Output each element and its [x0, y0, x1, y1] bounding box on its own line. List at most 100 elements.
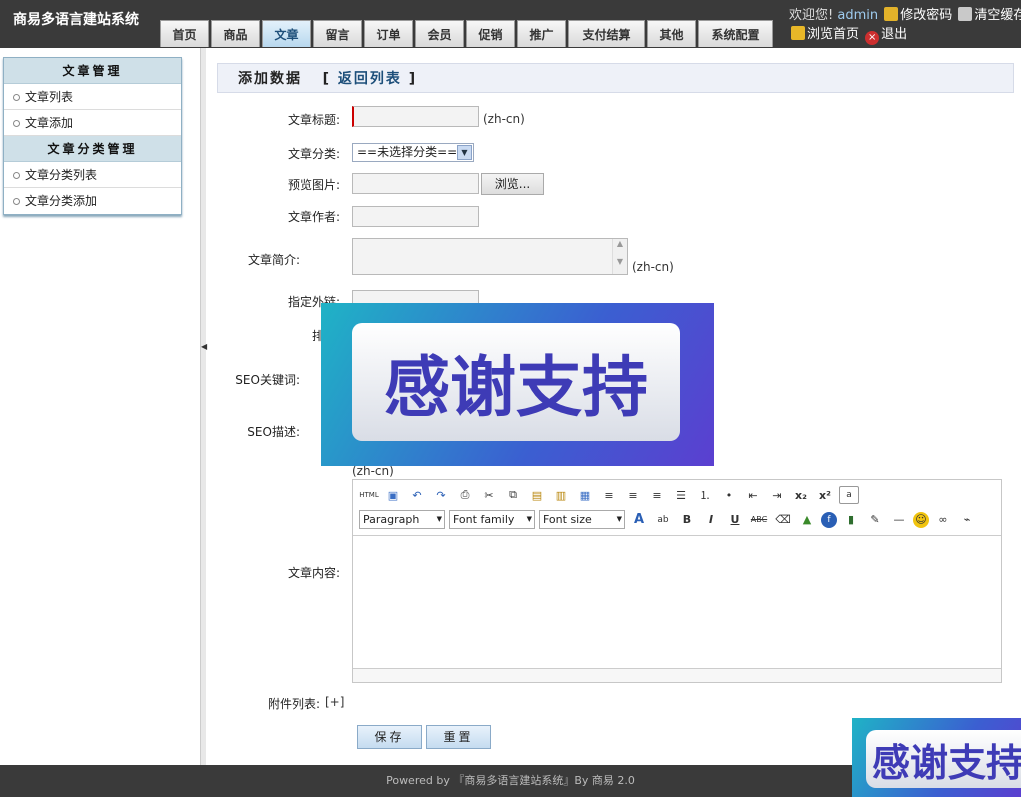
title-label: 文章标题: [287, 113, 340, 127]
paste-word-icon[interactable]: ▦ [575, 486, 595, 504]
thanks-banner: 感谢支持 [321, 303, 714, 466]
spellcheck-icon[interactable]: ab [653, 511, 673, 529]
sidebar-splitter[interactable] [200, 48, 206, 765]
sidebar-item-category-list[interactable]: 文章分类列表 [4, 162, 181, 188]
nav-tab-messages[interactable]: 留言 [313, 20, 362, 47]
outdent-icon[interactable]: ⇤ [743, 486, 763, 504]
editor-content-area[interactable] [353, 535, 1001, 668]
nav-tab-payment[interactable]: 支付结算 [568, 20, 645, 47]
browse-button[interactable]: 浏览... [481, 173, 544, 195]
nav-tab-articles[interactable]: 文章 [262, 20, 311, 47]
strikethrough-icon[interactable]: ABC [749, 511, 769, 529]
attachments-add-link[interactable]: [+] [325, 695, 344, 709]
html-source-icon[interactable]: HTML [359, 486, 379, 504]
home-icon [791, 26, 805, 40]
rich-text-editor: HTML ▣ ↶ ↷ ⎙ ✂ ⧉ ▤ ▥ ▦ ≡ ≡ ≡ ☰ ⒈ • ⇤ ⇥ x… [352, 479, 1002, 683]
chevron-down-icon: ▼ [526, 515, 532, 523]
main-nav: 首页 商品 文章 留言 订单 会员 促销 推广 支付结算 其他 系统配置 [160, 20, 775, 47]
underline-icon[interactable]: U [725, 511, 745, 529]
numbered-list-icon[interactable]: ⒈ [695, 486, 715, 504]
select-all-icon[interactable]: a [839, 486, 859, 504]
author-label: 文章作者: [287, 210, 340, 224]
preview-icon[interactable]: ▣ [383, 486, 403, 504]
format-select-value: Paragraph [363, 513, 420, 526]
bracket-close: ] [408, 71, 418, 87]
undo-icon[interactable]: ↶ [407, 486, 427, 504]
media-icon[interactable]: ▮ [841, 511, 861, 529]
emoticon-icon[interactable]: ☺ [913, 511, 929, 528]
back-to-list-link[interactable]: 返回列表 [338, 71, 402, 87]
seo-description-label: SEO描述: [247, 425, 300, 439]
align-left-icon[interactable]: ≡ [599, 486, 619, 504]
sidebar-item-article-list[interactable]: 文章列表 [4, 84, 181, 110]
thanks-banner-corner-text: 感谢支持 [866, 730, 1021, 788]
reset-button[interactable]: 重置 [426, 725, 491, 749]
bullet-list-icon[interactable]: • [719, 486, 739, 504]
clear-cache-link[interactable]: 清空缓存 [974, 8, 1021, 23]
trash-icon [958, 7, 973, 21]
link-icon[interactable]: ∞ [933, 511, 953, 529]
author-input[interactable] [352, 206, 479, 227]
bold-icon[interactable]: B [677, 511, 697, 529]
nav-tab-home[interactable]: 首页 [160, 20, 209, 47]
nav-tab-promotions[interactable]: 促销 [466, 20, 515, 47]
edit-icon[interactable]: ✎ [865, 511, 885, 529]
title-input[interactable] [352, 106, 479, 127]
copy-icon[interactable]: ⧉ [503, 486, 523, 504]
bracket-open: [ [322, 71, 332, 87]
header-links: 欢迎您! admin 修改密码 清空缓存 浏览首页 × 退出 [789, 6, 1021, 45]
nav-tab-marketing[interactable]: 推广 [517, 20, 566, 47]
app-brand: 商易多语言建站系统 [13, 12, 139, 28]
editor-toolbar-row1: HTML ▣ ↶ ↷ ⎙ ✂ ⧉ ▤ ▥ ▦ ≡ ≡ ≡ ☰ ⒈ • ⇤ ⇥ x… [359, 486, 863, 504]
image-icon[interactable]: ▲ [797, 511, 817, 529]
align-center-icon[interactable]: ≡ [623, 486, 643, 504]
sidebar-item-article-add[interactable]: 文章添加 [4, 110, 181, 136]
flash-icon[interactable]: f [821, 511, 837, 528]
seo-keywords-label: SEO关键词: [235, 373, 300, 387]
paste-text-icon[interactable]: ▥ [551, 486, 571, 504]
format-select[interactable]: Paragraph ▼ [359, 510, 445, 529]
summary-scrollbar[interactable]: ▲ ▼ [612, 239, 627, 274]
nav-tab-other[interactable]: 其他 [647, 20, 696, 47]
summary-textarea[interactable]: ▲ ▼ [352, 238, 628, 275]
nav-tab-orders[interactable]: 订单 [364, 20, 413, 47]
nav-tab-settings[interactable]: 系统配置 [698, 20, 773, 47]
horizontal-rule-icon[interactable]: — [889, 511, 909, 529]
italic-icon[interactable]: I [701, 511, 721, 529]
paste-icon[interactable]: ▤ [527, 486, 547, 504]
save-button[interactable]: 保存 [357, 725, 422, 749]
font-size-select-value: Font size [543, 513, 592, 526]
change-password-link[interactable]: 修改密码 [900, 8, 952, 23]
align-justify-icon[interactable]: ☰ [671, 486, 691, 504]
font-family-select[interactable]: Font family ▼ [449, 510, 535, 529]
category-selected-value: ==未选择分类== [357, 145, 458, 159]
print-icon[interactable]: ⎙ [455, 486, 475, 504]
font-size-select[interactable]: Font size ▼ [539, 510, 625, 529]
username: admin [837, 8, 879, 23]
collapse-arrow-icon[interactable]: ◀ [201, 342, 207, 351]
image-file-input[interactable] [352, 173, 479, 194]
nav-tab-products[interactable]: 商品 [211, 20, 260, 47]
chevron-down-icon: ▼ [457, 145, 472, 160]
browse-home-link[interactable]: 浏览首页 [807, 27, 859, 42]
logout-link[interactable]: 退出 [881, 27, 907, 42]
eraser-icon[interactable]: ⌫ [773, 511, 793, 529]
thanks-banner-corner: 感谢支持 [852, 718, 1021, 797]
page-title: 添加数据 [238, 71, 302, 87]
superscript-icon[interactable]: x² [815, 486, 835, 504]
text-color-icon[interactable]: A [629, 511, 649, 529]
sidebar-item-category-add[interactable]: 文章分类添加 [4, 188, 181, 214]
cut-icon[interactable]: ✂ [479, 486, 499, 504]
subscript-icon[interactable]: x₂ [791, 486, 811, 504]
unlink-icon[interactable]: ⌁ [957, 511, 977, 529]
nav-tab-members[interactable]: 会员 [415, 20, 464, 47]
attachments-label: 附件列表: [267, 697, 320, 711]
welcome-text: 欢迎您! [789, 8, 834, 23]
category-select[interactable]: ==未选择分类== ▼ [352, 143, 474, 162]
font-family-select-value: Font family [453, 513, 515, 526]
page-title-bar: 添加数据 [ 返回列表 ] [217, 63, 1014, 93]
image-label: 预览图片: [287, 178, 340, 192]
indent-icon[interactable]: ⇥ [767, 486, 787, 504]
redo-icon[interactable]: ↷ [431, 486, 451, 504]
align-right-icon[interactable]: ≡ [647, 486, 667, 504]
